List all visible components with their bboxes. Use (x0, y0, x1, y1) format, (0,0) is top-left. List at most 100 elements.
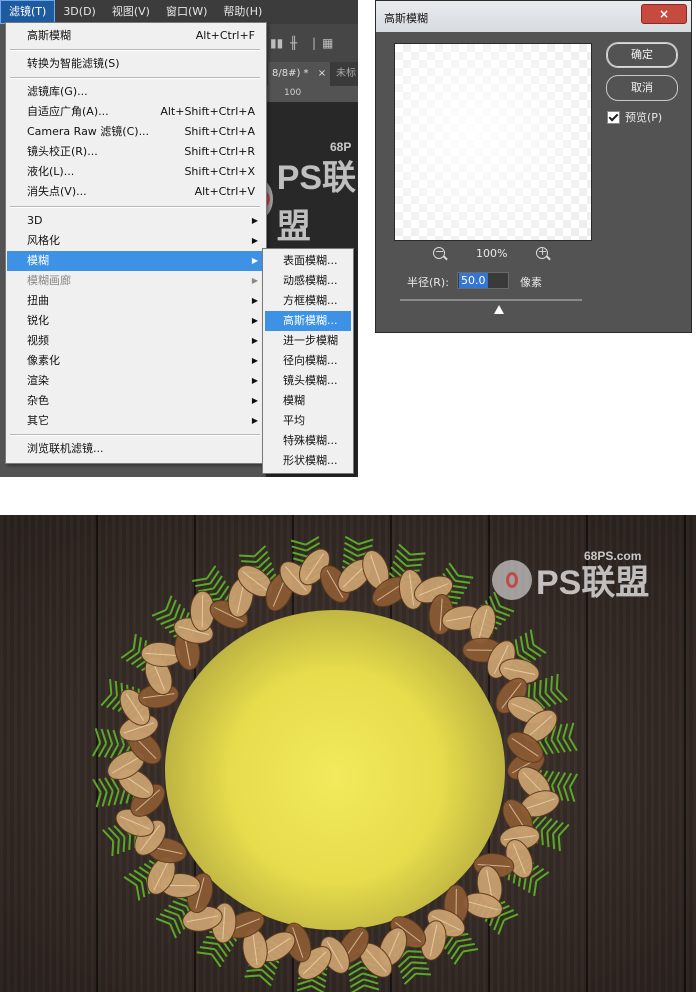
menu-item-label: 锐化 (27, 314, 49, 327)
document-tab-active[interactable]: 8/8#) * × (268, 62, 331, 86)
preview-pane[interactable] (394, 43, 592, 241)
separator-icon: | (312, 36, 317, 50)
menu-item-label: 模糊 (283, 394, 305, 407)
menu-item-label: 镜头模糊... (283, 374, 338, 387)
menu-item-shortcut: Shift+Ctrl+A (184, 125, 255, 138)
menu-view[interactable]: 视图(V) (104, 1, 158, 23)
menu-item-shortcut: Alt+Shift+Ctrl+A (160, 105, 255, 118)
submenu-blur-gallery: 模糊画廊 ▶ (7, 271, 265, 291)
ruler-label: 100 (284, 88, 302, 98)
blur-item-shape[interactable]: 形状模糊... (265, 451, 351, 471)
preview-checkbox-label: 预览(P) (625, 111, 663, 124)
ps-logo-icon (492, 559, 532, 600)
grid-icon[interactable]: ▦ (322, 36, 333, 50)
menu-item-label: 其它 (27, 414, 49, 427)
blur-item-blur-more[interactable]: 进一步模糊 (265, 331, 351, 351)
menu-item-last-filter[interactable]: 高斯模糊 Alt+Ctrl+F (7, 26, 265, 46)
submenu-sharpen[interactable]: 锐化 ▶ (7, 311, 265, 331)
radius-input-value: 50.0 (459, 273, 488, 288)
menu-item-adaptive-wide-angle[interactable]: 自适应广角(A)... Alt+Shift+Ctrl+A (7, 102, 265, 122)
submenu-pixelate[interactable]: 像素化 ▶ (7, 351, 265, 371)
menu-help[interactable]: 帮助(H) (215, 1, 270, 23)
menu-item-label: 视频 (27, 334, 49, 347)
horizontal-ruler: 100 (266, 86, 358, 103)
menu-item-shortcut: Shift+Ctrl+X (184, 165, 255, 178)
menu-item-vanishing-point[interactable]: 消失点(V)... Alt+Ctrl+V (7, 182, 265, 202)
menu-item-label: 动感模糊... (283, 274, 338, 287)
menu-filter[interactable]: 滤镜(T) (0, 0, 56, 24)
menu-item-label: 风格化 (27, 234, 60, 247)
submenu-distort[interactable]: 扭曲 ▶ (7, 291, 265, 311)
radius-label: 半径(R): (407, 276, 449, 289)
close-button[interactable]: × (641, 4, 687, 24)
menu-item-label: 扭曲 (27, 294, 49, 307)
ok-button[interactable]: 确定 (606, 42, 678, 68)
menu-item-shortcut: Shift+Ctrl+R (184, 145, 255, 158)
menu-item-label: 消失点(V)... (27, 185, 87, 198)
submenu-3d[interactable]: 3D ▶ (7, 211, 265, 231)
watermark-brand: PS联盟 (276, 159, 357, 246)
blur-item-box[interactable]: 方框模糊... (265, 291, 351, 311)
submenu-other[interactable]: 其它 ▶ (7, 411, 265, 431)
menu-window[interactable]: 窗口(W) (158, 1, 215, 23)
zoom-level: 100% (476, 247, 508, 260)
menu-item-label: 浏览联机滤镜... (27, 442, 104, 455)
tab-close-icon[interactable]: × (318, 68, 326, 79)
menu-item-label: 高斯模糊... (283, 314, 338, 327)
blur-item-motion[interactable]: 动感模糊... (265, 271, 351, 291)
menu-divider (10, 434, 260, 436)
zoom-in-icon[interactable]: + (536, 245, 548, 259)
zoom-out-symbol: − (435, 245, 445, 258)
submenu-arrow-icon: ▶ (251, 256, 258, 265)
blur-item-blur[interactable]: 模糊 (265, 391, 351, 411)
blur-item-average[interactable]: 平均 (265, 411, 351, 431)
menu-divider (10, 77, 260, 79)
submenu-arrow-icon: ▶ (251, 376, 258, 385)
radius-input[interactable]: 50.0 (457, 272, 509, 289)
preview-checkbox[interactable] (607, 111, 620, 124)
menu-item-label: 自适应广角(A)... (27, 105, 109, 118)
menu-item-convert-smart-filter[interactable]: 转换为智能滤镜(S) (7, 54, 265, 74)
menu-item-label: 方框模糊... (283, 294, 338, 307)
menu-item-label: 液化(L)... (27, 165, 75, 178)
submenu-render[interactable]: 渲染 ▶ (7, 371, 265, 391)
align-icon[interactable]: ▮▮ (270, 36, 283, 50)
cancel-button[interactable]: 取消 (606, 75, 678, 101)
blur-item-gaussian[interactable]: 高斯模糊... (265, 311, 351, 331)
submenu-arrow-icon: ▶ (251, 336, 258, 345)
menu-bar: 滤镜(T) 3D(D) 视图(V) 窗口(W) 帮助(H) (0, 0, 358, 24)
submenu-arrow-icon: ▶ (251, 216, 258, 225)
zoom-out-icon[interactable]: − (433, 245, 445, 259)
submenu-arrow-icon: ▶ (251, 236, 258, 245)
blur-item-surface[interactable]: 表面模糊... (265, 251, 351, 271)
blur-item-radial[interactable]: 径向模糊... (265, 351, 351, 371)
menu-item-label: Camera Raw 滤镜(C)... (27, 125, 150, 138)
menu-item-lens-correction[interactable]: 镜头校正(R)... Shift+Ctrl+R (7, 142, 265, 162)
menu-item-label: 特殊模糊... (283, 434, 338, 447)
document-tab-2[interactable]: 未标 (336, 62, 356, 86)
menu-item-label: 3D (27, 214, 43, 227)
radius-slider-thumb[interactable] (494, 305, 504, 314)
menu-item-browse-online-filters[interactable]: 浏览联机滤镜... (7, 439, 265, 459)
submenu-noise[interactable]: 杂色 ▶ (7, 391, 265, 411)
menu-item-liquify[interactable]: 液化(L)... Shift+Ctrl+X (7, 162, 265, 182)
menu-item-filter-gallery[interactable]: 滤镜库(G)... (7, 82, 265, 102)
dialog-titlebar[interactable]: 高斯模糊 × (376, 1, 691, 32)
watermark-domain: 68P (330, 140, 352, 154)
blur-item-lens[interactable]: 镜头模糊... (265, 371, 351, 391)
submenu-stylize[interactable]: 风格化 ▶ (7, 231, 265, 251)
submenu-blur[interactable]: 模糊 ▶ (7, 251, 265, 271)
blur-item-smart[interactable]: 特殊模糊... (265, 431, 351, 451)
submenu-video[interactable]: 视频 ▶ (7, 331, 265, 351)
submenu-arrow-icon: ▶ (251, 356, 258, 365)
menu-item-camera-raw[interactable]: Camera Raw 滤镜(C)... Shift+Ctrl+A (7, 122, 265, 142)
menu-item-label: 平均 (283, 414, 305, 427)
menu-item-label: 形状模糊... (283, 454, 338, 467)
distribute-icon[interactable]: ╫ (290, 36, 297, 50)
menu-item-label: 高斯模糊 (27, 29, 71, 42)
menu-item-label: 杂色 (27, 394, 49, 407)
menu-divider (10, 206, 260, 208)
watermark-domain: 68PS.com (584, 549, 642, 563)
menu-3d[interactable]: 3D(D) (55, 1, 104, 23)
radius-slider-track[interactable] (400, 299, 582, 301)
